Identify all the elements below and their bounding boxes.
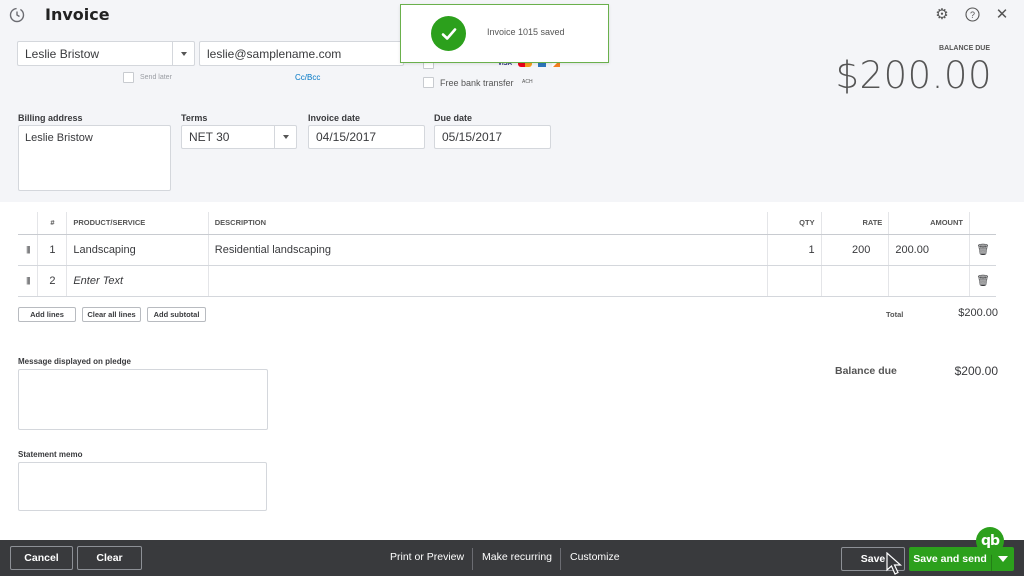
gear-icon[interactable]: ⚙ xyxy=(934,6,950,23)
description-cell[interactable]: Residential landscaping xyxy=(208,234,768,266)
row-number: 1 xyxy=(37,234,68,266)
billing-address-value: Leslie Bristow xyxy=(25,132,93,144)
balance-due-summary-label: Balance due xyxy=(835,365,897,377)
invoice-date-value: 04/15/2017 xyxy=(316,130,377,144)
trash-icon[interactable]: 🗑 xyxy=(969,265,996,297)
drag-column-header xyxy=(18,212,39,235)
column-header-description: DESCRIPTION xyxy=(208,212,768,235)
due-date-field[interactable]: 05/15/2017 xyxy=(434,125,551,149)
close-icon[interactable]: ✕ xyxy=(994,6,1010,23)
clear-all-lines-button[interactable]: Clear all lines xyxy=(82,307,141,322)
footer-bar: Cancel Clear Print or Preview Make recur… xyxy=(0,540,1024,576)
add-subtotal-button[interactable]: Add subtotal xyxy=(147,307,206,322)
help-icon[interactable]: ? xyxy=(964,6,980,22)
qty-cell[interactable]: 1 xyxy=(767,234,822,266)
save-and-send-button[interactable]: Save and send xyxy=(909,547,991,571)
due-date-value: 05/15/2017 xyxy=(442,130,503,144)
top-icons: ⚙ ? ✕ xyxy=(934,6,1010,23)
total-label: Total xyxy=(886,310,904,319)
rate-cell[interactable] xyxy=(821,265,890,297)
quickbooks-logo: qb xyxy=(976,527,1004,555)
clear-button[interactable]: Clear xyxy=(77,546,142,570)
message-field[interactable] xyxy=(18,369,268,430)
statement-memo-label: Statement memo xyxy=(18,450,83,459)
chevron-down-icon[interactable] xyxy=(274,126,296,148)
cancel-button[interactable]: Cancel xyxy=(10,546,73,570)
line-items-table: # PRODUCT/SERVICE DESCRIPTION QTY RATE A… xyxy=(18,212,996,297)
balance-due-summary-value: $200.00 xyxy=(954,364,998,378)
mouse-cursor-icon xyxy=(886,552,903,575)
customer-name: Leslie Bristow xyxy=(25,46,100,61)
customize-link[interactable]: Customize xyxy=(570,551,620,563)
table-row[interactable]: ||| 2 Enter Text 🗑 xyxy=(18,265,996,297)
product-cell[interactable]: Enter Text xyxy=(66,265,209,297)
check-circle-icon xyxy=(431,16,466,51)
make-recurring-link[interactable]: Make recurring xyxy=(482,551,552,563)
terms-label: Terms xyxy=(181,113,208,123)
balance-due-label: BALANCE DUE xyxy=(939,45,990,52)
terms-value: NET 30 xyxy=(189,130,230,144)
email-value: leslie@samplename.com xyxy=(207,46,342,61)
column-header-number: # xyxy=(37,212,68,235)
table-header-row: # PRODUCT/SERVICE DESCRIPTION QTY RATE A… xyxy=(18,212,996,235)
print-preview-link[interactable]: Print or Preview xyxy=(390,551,464,563)
row-number: 2 xyxy=(37,265,68,297)
table-row[interactable]: ||| 1 Landscaping Residential landscapin… xyxy=(18,234,996,266)
due-date-label: Due date xyxy=(434,113,473,123)
balance-due-amount: $200.00 xyxy=(835,54,992,97)
ach-badge: ACH xyxy=(522,79,533,85)
billing-address-field[interactable]: Leslie Bristow xyxy=(18,125,171,191)
svg-text:?: ? xyxy=(969,10,974,20)
footer-divider xyxy=(472,548,473,570)
cc-bcc-link[interactable]: Cc/Bcc xyxy=(295,73,320,82)
toast-message: Invoice 1015 saved xyxy=(487,27,565,37)
invoice-date-field[interactable]: 04/15/2017 xyxy=(308,125,425,149)
chevron-down-icon[interactable] xyxy=(172,42,194,65)
customer-select[interactable]: Leslie Bristow xyxy=(17,41,195,66)
email-field[interactable]: leslie@samplename.com xyxy=(199,41,404,66)
history-icon[interactable] xyxy=(8,6,26,24)
message-label: Message displayed on pledge xyxy=(18,357,131,366)
terms-select[interactable]: NET 30 xyxy=(181,125,297,149)
billing-address-label: Billing address xyxy=(18,113,83,123)
column-header-product: PRODUCT/SERVICE xyxy=(66,212,209,235)
total-value: $200.00 xyxy=(958,307,998,319)
description-cell[interactable] xyxy=(208,265,768,297)
statement-memo-field[interactable] xyxy=(18,462,267,511)
invoice-date-label: Invoice date xyxy=(308,113,361,123)
trash-icon[interactable]: 🗑 xyxy=(969,234,996,266)
bank-transfer-checkbox[interactable] xyxy=(423,77,434,88)
send-later-checkbox[interactable] xyxy=(123,72,134,83)
page-title: Invoice xyxy=(45,5,110,24)
drag-handle-icon[interactable]: ||| xyxy=(18,234,39,266)
column-header-qty: QTY xyxy=(767,212,822,235)
column-header-amount: AMOUNT xyxy=(888,212,970,235)
qty-cell[interactable] xyxy=(767,265,822,297)
send-later-label: Send later xyxy=(140,74,172,81)
footer-divider xyxy=(560,548,561,570)
rate-cell[interactable]: 200 xyxy=(821,234,890,266)
amount-cell[interactable]: 200.00 xyxy=(888,234,970,266)
bank-transfer-label: Free bank transfer xyxy=(440,78,514,88)
save-toast: Invoice 1015 saved xyxy=(400,4,609,63)
delete-column-header xyxy=(969,212,996,235)
drag-handle-icon[interactable]: ||| xyxy=(18,265,39,297)
amount-cell[interactable] xyxy=(888,265,970,297)
add-lines-button[interactable]: Add lines xyxy=(18,307,76,322)
product-cell[interactable]: Landscaping xyxy=(66,234,209,266)
column-header-rate: RATE xyxy=(821,212,890,235)
